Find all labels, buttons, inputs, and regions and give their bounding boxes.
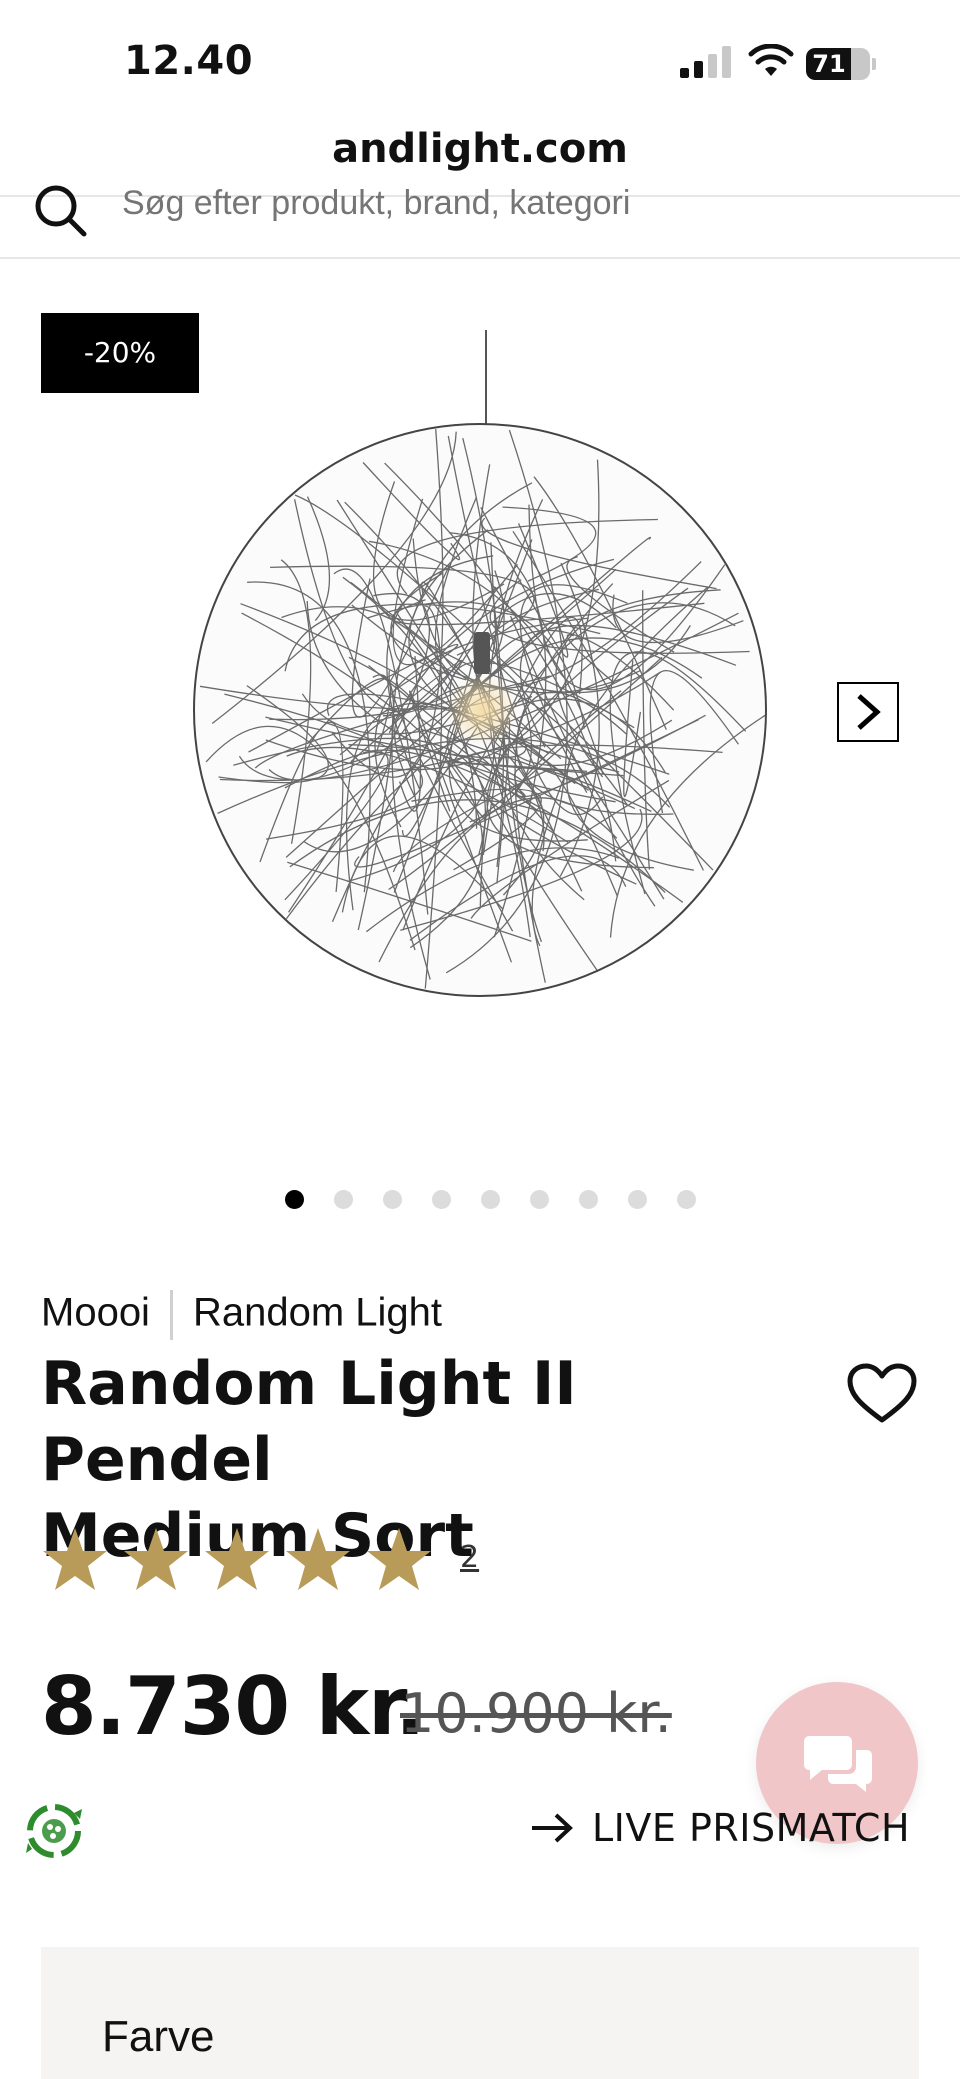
price-match-label: LIVE PRISMATCH <box>592 1806 911 1850</box>
price: 8.730 kr. <box>41 1660 426 1753</box>
pagination-dot[interactable] <box>530 1190 549 1209</box>
star-icon <box>286 1528 350 1590</box>
pagination-dot[interactable] <box>481 1190 500 1209</box>
pagination-dot[interactable] <box>579 1190 598 1209</box>
battery-icon: 71 <box>806 48 876 80</box>
pagination-dot[interactable] <box>677 1190 696 1209</box>
search-icon[interactable] <box>30 180 90 240</box>
chevron-right-icon <box>857 694 881 730</box>
rating-stars[interactable] <box>41 1526 446 1596</box>
old-price: 10.900 kr. <box>400 1682 672 1745</box>
discount-badge: -20% <box>41 313 199 393</box>
product-title-line1: Random Light II Pendel <box>41 1349 577 1495</box>
next-image-button[interactable] <box>837 682 899 742</box>
color-label: Farve <box>102 2012 215 2061</box>
signal-icon <box>680 46 731 78</box>
wifi-icon <box>748 44 794 76</box>
collection-link[interactable]: Random Light <box>193 1291 442 1335</box>
heart-icon[interactable] <box>846 1362 918 1426</box>
pagination-dot[interactable] <box>383 1190 402 1209</box>
star-icon <box>367 1528 431 1590</box>
browser-url[interactable]: andlight.com <box>0 126 960 172</box>
pagination-dot[interactable] <box>334 1190 353 1209</box>
brand-link[interactable]: Moooi <box>41 1291 150 1335</box>
brand-line: Moooi Random Light <box>41 1290 442 1340</box>
chat-icon <box>804 1736 872 1792</box>
status-time: 12.40 <box>124 38 254 84</box>
brand-separator <box>169 1290 173 1340</box>
pagination-dot[interactable] <box>285 1190 304 1209</box>
arrow-right-icon <box>532 1813 573 1843</box>
price-match-link[interactable]: LIVE PRISMATCH <box>530 1806 910 1850</box>
pagination-dot[interactable] <box>628 1190 647 1209</box>
product-image[interactable] <box>180 330 780 1010</box>
search-divider <box>0 257 960 259</box>
gallery-pagination <box>0 1190 960 1212</box>
eco-icon[interactable] <box>18 1795 90 1867</box>
pagination-dot[interactable] <box>432 1190 451 1209</box>
star-icon <box>124 1528 188 1590</box>
star-icon <box>43 1528 107 1590</box>
battery-percent: 71 <box>812 50 846 78</box>
star-icon <box>205 1528 269 1590</box>
review-count[interactable]: 2 <box>460 1540 479 1575</box>
search-input[interactable] <box>122 184 902 223</box>
